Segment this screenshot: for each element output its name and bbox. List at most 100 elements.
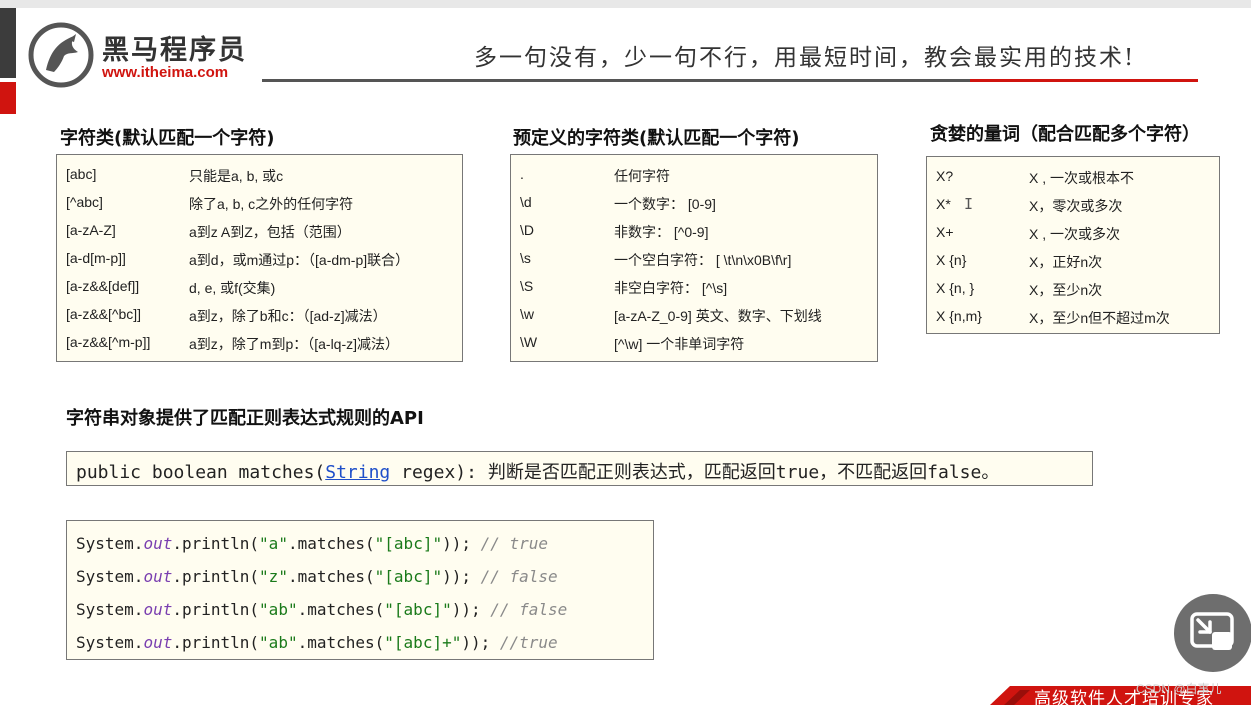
regex-pattern: X {n} <box>936 252 967 268</box>
api-signature-box: public boolean matches(String regex): 判断… <box>66 451 1093 486</box>
code-token: "z" <box>259 567 288 586</box>
regex-meaning: 只能是a, b, 或c <box>189 168 284 184</box>
regex-pattern: \d <box>520 194 532 210</box>
predefined-table: . 任何字符 \d 一个数字： [0-9] \D 非数字： [^0-9] \s 一个空白… <box>510 154 878 362</box>
quantifier-table: X? X , 一次或根本不 X* X，零次或多次 X+ X , 一次或多次 X {n}… <box>926 156 1220 334</box>
regex-pattern: \W <box>520 334 538 350</box>
regex-pattern: X+ <box>936 224 954 240</box>
regex-meaning: 任何字符 <box>614 168 670 184</box>
code-token: )); <box>461 633 500 652</box>
regex-meaning: a到z，除了b和c：（[ad-z]减法） <box>189 308 387 324</box>
code-token: .println( <box>172 633 260 652</box>
regex-pattern: [a-z&&[^bc]] <box>66 306 142 322</box>
code-token: out <box>143 567 173 586</box>
code-token: .matches( <box>287 534 375 553</box>
regex-meaning: a到d，或m通过p：（[a-dm-p]联合） <box>189 252 410 268</box>
code-token: .matches( <box>297 633 385 652</box>
quantifier-title: 贪婪的量词（配合匹配多个字符） <box>930 124 1200 145</box>
regex-meaning: X , 一次或多次 <box>1029 226 1121 242</box>
regex-meaning: a到z，除了m到p：（[a-lq-z]减法） <box>189 336 400 352</box>
regex-pattern: [^abc] <box>66 194 103 210</box>
left-accent-bar <box>0 8 16 78</box>
char-class-table: [abc] 只能是a, b, 或c [^abc] 除了a, b, c之外的任何字符 … <box>56 154 463 362</box>
code-token: "[abc]+" <box>384 633 462 652</box>
regex-meaning: 非数字： [^0-9] <box>614 224 709 240</box>
api-signature: public boolean matches(String regex): 判断… <box>76 458 999 484</box>
regex-meaning: X , 一次或根本不 <box>1029 170 1135 186</box>
watermark: CSDN @白事儿 <box>1136 682 1222 696</box>
regex-meaning: 一个空白字符： [ \t\n\x0B\f\r] <box>614 252 792 268</box>
regex-pattern: [a-z&&[^m-p]] <box>66 334 151 350</box>
predefined-title: 预定义的字符类(默认匹配一个字符) <box>513 128 800 149</box>
regex-pattern: X {n, } <box>936 280 975 296</box>
code-token: )); <box>442 567 481 586</box>
code-token: "ab" <box>259 633 298 652</box>
regex-pattern: \D <box>520 222 534 238</box>
code-token: out <box>143 633 173 652</box>
code-line: System.out.println("a".matches("[abc]"))… <box>76 534 548 553</box>
regex-pattern: X {n,m} <box>936 308 982 324</box>
code-token: .println( <box>172 534 260 553</box>
exit-picture-in-picture-icon <box>1190 612 1234 650</box>
left-accent-bar-red <box>0 82 16 114</box>
slogan: 多一句没有，少一句不行，用最短时间，教会最实用的技术! <box>474 45 1136 71</box>
code-token: "ab" <box>259 600 298 619</box>
string-type-link[interactable]: String <box>325 462 390 483</box>
regex-meaning: 一个数字： [0-9] <box>614 196 716 212</box>
brand-logo: 黑马程序员 www.itheima.com <box>28 22 248 88</box>
code-token: .println( <box>172 567 260 586</box>
code-line: System.out.println("z".matches("[abc]"))… <box>76 567 558 586</box>
top-strip <box>0 0 1251 8</box>
code-token: out <box>143 534 173 553</box>
code-token: System. <box>76 600 144 619</box>
api-signature-suffix: regex): 判断是否匹配正则表达式，匹配返回true，不匹配返回false。 <box>390 462 1000 483</box>
regex-meaning: [^\w] 一个非单词字符 <box>614 336 745 352</box>
code-comment: // false <box>490 600 568 619</box>
regex-meaning: d, e, 或f(交集) <box>189 280 276 296</box>
code-token: "[abc]" <box>374 534 443 553</box>
regex-pattern: . <box>520 166 524 182</box>
regex-pattern: \S <box>520 278 534 294</box>
code-example-box: System.out.println("a".matches("[abc]"))… <box>66 520 654 660</box>
code-token: "a" <box>259 534 288 553</box>
regex-pattern: X? <box>936 168 954 184</box>
regex-pattern: \w <box>520 306 534 322</box>
code-comment: // false <box>480 567 558 586</box>
api-signature-prefix: public boolean matches( <box>76 462 326 483</box>
header-divider-accent <box>970 79 1198 82</box>
brand-name: 黑马程序员 <box>102 35 247 66</box>
regex-pattern: X* <box>936 196 951 212</box>
api-title: 字符串对象提供了匹配正则表达式规则的API <box>66 408 424 429</box>
brand-url: www.itheima.com <box>102 64 229 81</box>
regex-pattern: [a-z&&[def]] <box>66 278 140 294</box>
i-beam-cursor-icon: I <box>964 195 974 213</box>
code-token: System. <box>76 567 144 586</box>
regex-meaning: 非空白字符： [^\s] <box>614 280 728 296</box>
regex-meaning: [a-zA-Z_0-9] 英文、数字、下划线 <box>614 308 822 324</box>
exit-pip-button[interactable] <box>1174 594 1251 672</box>
regex-pattern: \s <box>520 250 531 266</box>
code-token: "[abc]" <box>374 567 443 586</box>
regex-meaning: X，至少n但不超过m次 <box>1029 310 1170 326</box>
regex-meaning: 除了a, b, c之外的任何字符 <box>189 196 354 212</box>
regex-pattern: [a-zA-Z] <box>66 222 116 238</box>
regex-meaning: X，至少n次 <box>1029 282 1103 298</box>
code-token: .matches( <box>297 600 385 619</box>
code-token: )); <box>451 600 491 619</box>
code-token: out <box>143 600 173 619</box>
code-comment: // true <box>480 534 549 553</box>
code-comment: //true <box>499 633 558 652</box>
code-line: System.out.println("ab".matches("[abc]")… <box>76 600 567 619</box>
char-class-title: 字符类(默认匹配一个字符) <box>60 128 275 149</box>
code-token: .matches( <box>287 567 375 586</box>
code-token: System. <box>76 534 144 553</box>
horse-logo-icon <box>28 22 94 88</box>
regex-pattern: [a-d[m-p]] <box>66 250 126 266</box>
regex-meaning: X，零次或多次 <box>1029 198 1123 214</box>
code-token: .println( <box>172 600 260 619</box>
code-token: System. <box>76 633 144 652</box>
code-token: "[abc]" <box>384 600 452 619</box>
code-token: )); <box>442 534 481 553</box>
regex-meaning: X，正好n次 <box>1029 254 1103 270</box>
regex-pattern: [abc] <box>66 166 97 182</box>
